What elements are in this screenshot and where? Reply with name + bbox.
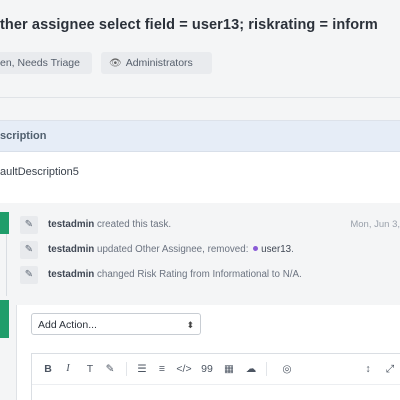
timeline: ✎ testadmin created this task. Mon, Jun … bbox=[16, 210, 400, 300]
timeline-user-link[interactable]: testadmin bbox=[48, 244, 94, 255]
pencil-icon: ✎ bbox=[20, 241, 38, 259]
pencil-icon: ✎ bbox=[20, 266, 38, 284]
chevron-updown-icon: ⬍ bbox=[186, 320, 194, 330]
pencil-icon: ✎ bbox=[20, 216, 38, 234]
task-title: ther assignee select field = user13; ris… bbox=[0, 17, 378, 33]
bold-icon[interactable]: B bbox=[40, 361, 56, 377]
timeline-action: changed Risk Rating from Informational t… bbox=[97, 269, 302, 280]
toolbar-divider bbox=[126, 362, 127, 376]
bullet-list-icon[interactable]: ☰ bbox=[134, 361, 150, 377]
action-marker bbox=[0, 300, 9, 338]
numbered-list-icon[interactable]: ≡ bbox=[154, 361, 170, 377]
status-tag: en, Needs Triage bbox=[0, 52, 92, 74]
timeline-action: updated Other Assignee, removed: bbox=[97, 244, 249, 255]
add-action-select[interactable]: Add Action... ⬍ bbox=[31, 313, 201, 335]
monospace-icon[interactable]: T bbox=[82, 361, 98, 377]
fullscreen-icon[interactable]: ⤢ bbox=[382, 361, 398, 377]
description-header: scription bbox=[0, 121, 400, 152]
link-icon[interactable]: ✎ bbox=[102, 361, 118, 377]
timeline-marker bbox=[0, 212, 9, 234]
description-body: aultDescription5 bbox=[0, 166, 79, 178]
timeline-entry-text: testadmin created this task. bbox=[48, 214, 171, 236]
italic-icon[interactable]: I bbox=[60, 361, 76, 377]
timeline-line bbox=[6, 234, 7, 296]
pin-icon[interactable]: ↕ bbox=[360, 361, 376, 377]
timeline-date[interactable]: Mon, Jun 3, bbox=[350, 214, 400, 236]
editor-toolbar: B I T ✎ ☰ ≡ </> 99 ▦ ☁ ◎ ↕ ⤢ ↹ bbox=[32, 354, 400, 385]
add-action-value: Add Action... bbox=[38, 319, 97, 331]
user-status-dot bbox=[253, 246, 259, 252]
timeline-entry-text: testadmin updated Other Assignee, remove… bbox=[48, 239, 294, 261]
timeline-entry-text: testadmin changed Risk Rating from Infor… bbox=[48, 264, 302, 286]
timeline-object-link[interactable]: user13 bbox=[261, 244, 291, 255]
table-icon[interactable]: ▦ bbox=[221, 361, 237, 377]
code-icon[interactable]: </> bbox=[176, 361, 192, 377]
timeline-user-link[interactable]: testadmin bbox=[48, 219, 94, 230]
timeline-entry: ✎ testadmin changed Risk Rating from Inf… bbox=[16, 264, 400, 286]
timeline-entry: ✎ testadmin created this task. Mon, Jun … bbox=[16, 214, 400, 236]
timeline-user-link[interactable]: testadmin bbox=[48, 269, 94, 280]
timeline-entry: ✎ testadmin updated Other Assignee, remo… bbox=[16, 239, 400, 261]
comment-editor[interactable]: B I T ✎ ☰ ≡ </> 99 ▦ ☁ ◎ ↕ ⤢ ↹ bbox=[31, 353, 400, 400]
divider bbox=[0, 97, 400, 98]
description-box: scription aultDescription5 bbox=[0, 120, 400, 203]
policy-tag[interactable]: 👁 Administrators bbox=[101, 52, 212, 74]
upload-icon[interactable]: ☁ bbox=[243, 361, 259, 377]
policy-tag-label: Administrators bbox=[125, 57, 193, 69]
quote-icon[interactable]: 99 bbox=[199, 361, 215, 377]
comment-form: Add Action... ⬍ B I T ✎ ☰ ≡ </> 99 ▦ ☁ ◎… bbox=[16, 305, 400, 400]
timeline-action: created this task. bbox=[97, 219, 172, 230]
timeline-tail: . bbox=[291, 244, 294, 255]
toolbar-divider bbox=[266, 362, 267, 376]
eye-icon: 👁 bbox=[109, 58, 122, 69]
help-icon[interactable]: ◎ bbox=[279, 361, 295, 377]
